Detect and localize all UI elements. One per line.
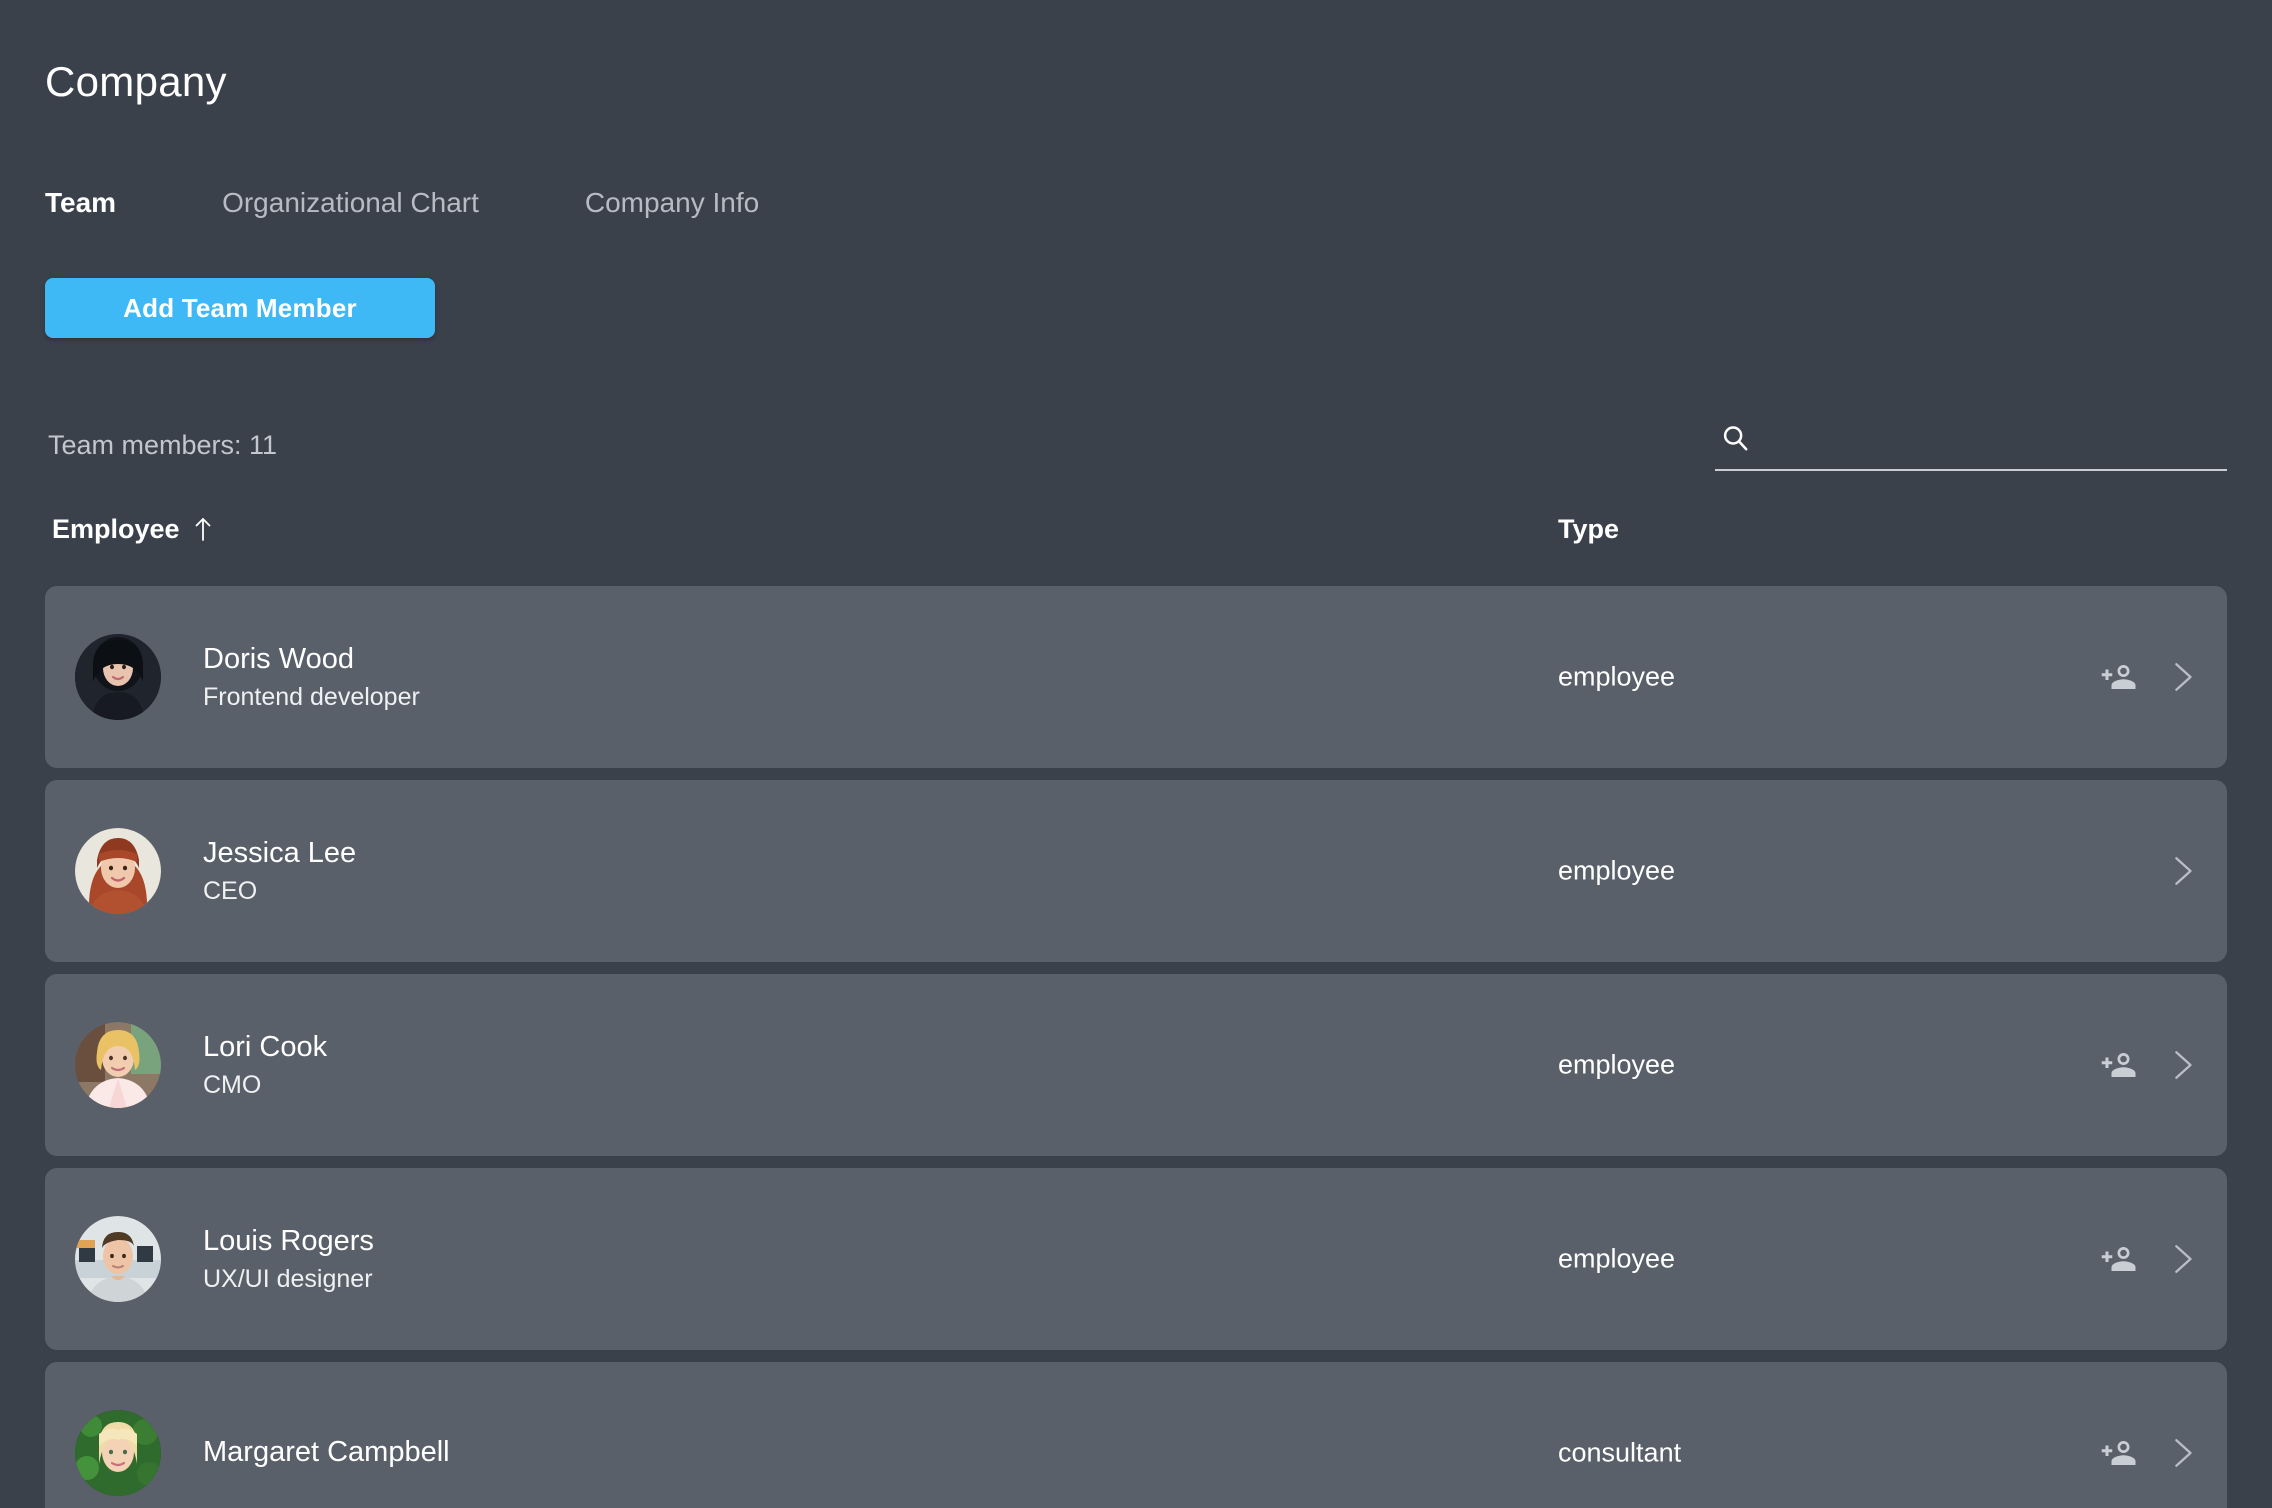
- table-row[interactable]: Margaret Campbell consultant: [45, 1362, 2227, 1508]
- avatar: [75, 828, 161, 914]
- member-identity: Margaret Campbell: [203, 1433, 450, 1473]
- row-actions: [2099, 657, 2199, 697]
- team-member-list: Doris Wood Frontend developer employee J…: [45, 586, 2227, 1508]
- row-actions: [2099, 1239, 2199, 1279]
- member-identity: Lori Cook CMO: [203, 1028, 327, 1102]
- row-actions: [2099, 1433, 2199, 1473]
- search-field[interactable]: [1715, 415, 2227, 471]
- column-header-type[interactable]: Type: [1558, 512, 1619, 546]
- chevron-right-icon[interactable]: [2165, 1045, 2199, 1085]
- member-identity: Louis Rogers UX/UI designer: [203, 1222, 374, 1296]
- row-actions: [2099, 1045, 2199, 1085]
- avatar: [75, 634, 161, 720]
- tab-team[interactable]: Team: [45, 186, 142, 220]
- table-row[interactable]: Doris Wood Frontend developer employee: [45, 586, 2227, 768]
- table-row[interactable]: Jessica Lee CEO employee: [45, 780, 2227, 962]
- member-name: Doris Wood: [203, 643, 354, 675]
- company-page: Company Team Organizational Chart Compan…: [0, 0, 2272, 1508]
- chevron-right-icon[interactable]: [2165, 1239, 2199, 1279]
- row-actions: [2165, 851, 2199, 891]
- add-user-icon[interactable]: [2099, 657, 2139, 697]
- team-members-count: Team members: 11: [48, 430, 278, 460]
- member-role: UX/UI designer: [203, 1265, 373, 1293]
- add-user-icon[interactable]: [2099, 1239, 2139, 1279]
- chevron-right-icon[interactable]: [2165, 657, 2199, 697]
- member-role: CMO: [203, 1071, 262, 1099]
- member-type: consultant: [1558, 1437, 1682, 1468]
- page-title: Company: [45, 58, 227, 105]
- table-row[interactable]: Lori Cook CMO employee: [45, 974, 2227, 1156]
- sort-ascending-icon: [192, 516, 214, 542]
- member-role: CEO: [203, 877, 258, 905]
- tab-company-info[interactable]: Company Info: [585, 186, 785, 220]
- table-column-headers: Employee Type: [0, 512, 2272, 556]
- member-identity: Doris Wood Frontend developer: [203, 640, 420, 714]
- chevron-right-icon[interactable]: [2165, 1433, 2199, 1473]
- member-name: Margaret Campbell: [203, 1436, 450, 1468]
- member-identity: Jessica Lee CEO: [203, 834, 356, 908]
- member-name: Jessica Lee: [203, 837, 357, 869]
- avatar: [75, 1216, 161, 1302]
- tab-organizational-chart[interactable]: Organizational Chart: [222, 186, 505, 220]
- search-input[interactable]: [1750, 415, 2227, 469]
- avatar: [75, 1410, 161, 1496]
- chevron-right-icon[interactable]: [2165, 851, 2199, 891]
- member-name: Louis Rogers: [203, 1225, 374, 1257]
- member-type: employee: [1558, 1049, 1676, 1080]
- add-user-icon[interactable]: [2099, 1433, 2139, 1473]
- add-user-icon[interactable]: [2099, 1045, 2139, 1085]
- member-type: employee: [1558, 855, 1676, 886]
- avatar: [75, 1022, 161, 1108]
- tab-bar: Team Organizational Chart Company Info: [45, 186, 785, 220]
- search-icon: [1715, 423, 1750, 461]
- member-name: Lori Cook: [203, 1031, 328, 1063]
- column-header-employee[interactable]: Employee: [52, 512, 214, 546]
- member-type: employee: [1558, 661, 1676, 692]
- member-role: Frontend developer: [203, 683, 420, 711]
- column-header-employee-label: Employee: [52, 514, 180, 544]
- member-type: employee: [1558, 1243, 1676, 1274]
- add-team-member-button[interactable]: Add Team Member: [45, 278, 435, 338]
- table-row[interactable]: Louis Rogers UX/UI designer employee: [45, 1168, 2227, 1350]
